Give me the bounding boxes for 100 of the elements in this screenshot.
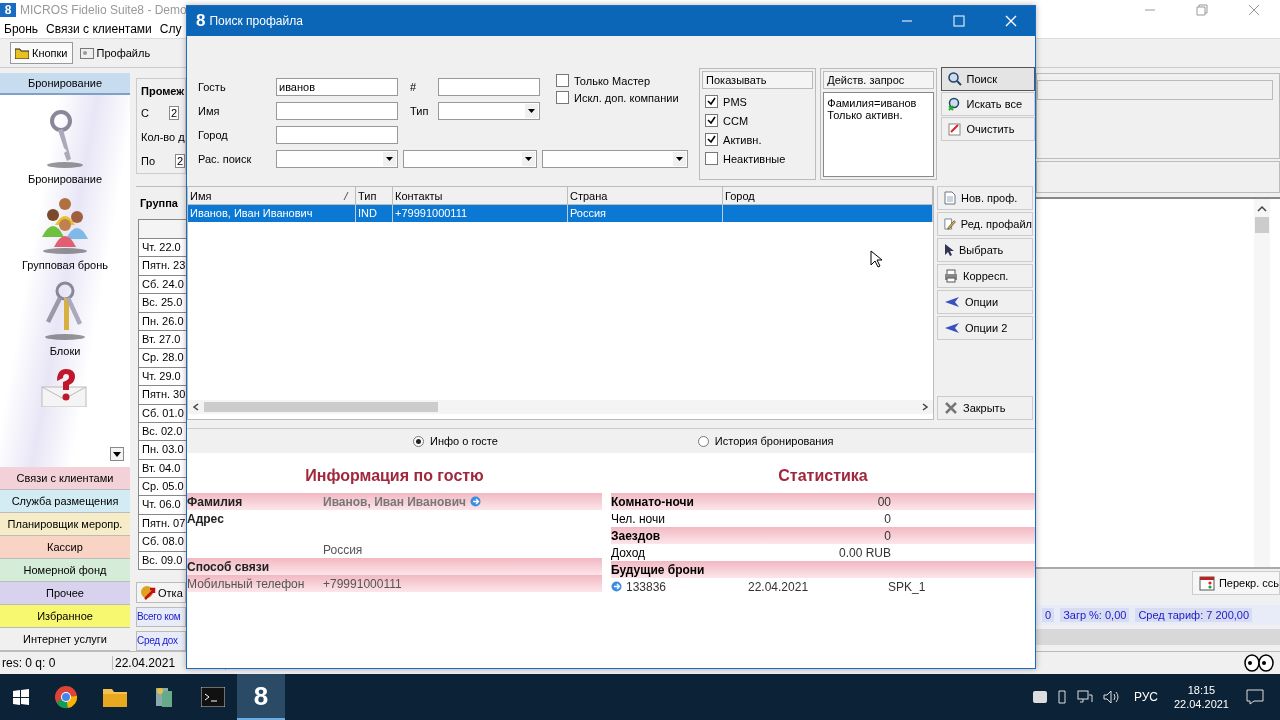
field-label: Имя xyxy=(198,105,221,117)
speaker-icon[interactable] xyxy=(1102,690,1119,704)
action-button[interactable]: Корресп. xyxy=(937,264,1033,288)
sidebar-section[interactable]: Связи с клиентами xyxy=(0,467,130,490)
action-button[interactable]: Искать все xyxy=(940,92,1035,116)
overbook-button[interactable]: Перекр. ссь xyxy=(1191,571,1280,595)
browser-icon[interactable] xyxy=(54,685,78,709)
window-title: MICROS Fidelio Suite8 - Demo xyxy=(20,3,187,17)
card-icon xyxy=(79,47,94,59)
sidebar-section[interactable]: Служба размещения xyxy=(0,490,130,513)
key-icon[interactable] xyxy=(45,109,85,169)
windows-start-icon[interactable] xyxy=(13,689,29,705)
shortcut-label[interactable]: Групповая бронь xyxy=(21,259,109,271)
checkbox[interactable] xyxy=(705,114,719,127)
table-cell: Россия xyxy=(568,205,723,222)
info-value: +79991000111 xyxy=(323,576,402,591)
action-button[interactable]: Поиск xyxy=(940,67,1035,91)
date-cell: Ср. 05.0 xyxy=(138,478,186,497)
toolbar-button[interactable]: Профайль xyxy=(74,42,156,64)
date-cell: Ср. 28.0 xyxy=(138,349,186,368)
checkbox-label: Активн. xyxy=(723,133,762,146)
dropdown[interactable] xyxy=(276,150,398,168)
status-text: res: 0 q: 0 xyxy=(0,656,113,670)
sidebar-section[interactable]: Кассир xyxy=(0,536,130,559)
help-envelope-icon[interactable] xyxy=(40,367,90,407)
input-field[interactable] xyxy=(276,102,398,120)
action-button[interactable]: Опции xyxy=(937,290,1033,314)
maximize-icon[interactable] xyxy=(953,15,965,27)
caret-icon xyxy=(386,157,393,161)
input-field[interactable]: иванов xyxy=(276,78,398,96)
caret-icon xyxy=(528,109,535,113)
action-button[interactable]: Нов. проф. xyxy=(937,186,1033,210)
checkbox[interactable] xyxy=(556,91,569,104)
dropdown[interactable] xyxy=(542,150,688,168)
dropdown[interactable] xyxy=(403,150,537,168)
date-cell: Пятн. 23 xyxy=(138,257,186,276)
input-field[interactable] xyxy=(438,78,540,96)
checkbox[interactable] xyxy=(705,133,719,146)
menu-item[interactable]: Слу xyxy=(155,22,186,36)
radio-button[interactable] xyxy=(413,435,424,447)
date-field[interactable]: 2 xyxy=(175,154,186,168)
checkbox[interactable] xyxy=(705,152,719,165)
scroll-up-icon[interactable] xyxy=(1257,205,1267,213)
radio-button[interactable] xyxy=(697,435,709,447)
language-indicator[interactable]: РУС xyxy=(1133,690,1158,704)
date-cell: Пн. 03.0 xyxy=(138,441,186,460)
section-title: Информация по гостю xyxy=(304,467,485,486)
close-icon[interactable] xyxy=(1248,4,1260,16)
date-field[interactable]: 2 xyxy=(168,106,180,120)
keys-icon[interactable] xyxy=(42,281,88,341)
toolbar-button[interactable]: Кнопки xyxy=(10,42,73,64)
action-button[interactable]: Выбрать xyxy=(937,238,1033,262)
dropdown[interactable] xyxy=(438,102,540,120)
shortcut-label[interactable]: Блоки xyxy=(49,345,81,357)
cancel-button[interactable]: Отка xyxy=(136,582,186,603)
checkbox[interactable] xyxy=(705,95,719,108)
search-icon xyxy=(947,72,962,86)
sidebar-section[interactable]: Планировщик меропр. xyxy=(0,513,130,536)
panel-title: Действ. запрос xyxy=(823,71,934,89)
notification-icon[interactable] xyxy=(1246,689,1264,705)
people-icon[interactable] xyxy=(39,195,91,255)
date-cell: Чт. 06.0 xyxy=(138,496,186,515)
table-row[interactable]: Иванов, Иван Иванович IND +79991000111 Россия xyxy=(188,205,933,222)
checkbox[interactable] xyxy=(556,74,569,87)
taskbar-app[interactable]: 8 xyxy=(237,674,285,720)
action-button[interactable]: Очистить xyxy=(940,117,1035,141)
caret-icon xyxy=(113,451,121,457)
close-button[interactable]: Закрыть xyxy=(937,396,1033,420)
input-field[interactable] xyxy=(276,126,398,144)
action-button[interactable]: Опции 2 xyxy=(937,316,1033,340)
vm-icon[interactable] xyxy=(1032,691,1047,703)
scroll-thumb[interactable] xyxy=(1255,217,1269,233)
dropdown-button[interactable] xyxy=(110,447,124,461)
link-arrow-icon[interactable] xyxy=(611,581,622,592)
clock-time[interactable]: 18:15 xyxy=(1187,684,1216,696)
folder-icon[interactable] xyxy=(103,687,127,707)
link-arrow-icon[interactable] xyxy=(470,496,482,507)
scrollbar[interactable] xyxy=(1254,199,1270,567)
sidebar-section[interactable]: Прочее xyxy=(0,582,130,605)
terminal-icon[interactable] xyxy=(201,687,225,707)
radio-label: История бронирования xyxy=(714,435,834,447)
booking-number[interactable]: 133836 xyxy=(626,579,744,594)
horizontal-scrollbar[interactable] xyxy=(188,400,933,414)
booking-date: 22.04.2021 xyxy=(748,579,810,594)
field-label: Город xyxy=(198,129,229,141)
info-value: Россия xyxy=(323,542,363,557)
sidebar-section[interactable]: Избранное xyxy=(0,605,130,628)
sidebar-section[interactable]: Номерной фонд xyxy=(0,559,130,582)
action-button[interactable]: Ред. профайл xyxy=(937,212,1033,236)
usb-icon[interactable] xyxy=(1056,690,1067,704)
sidebar-header[interactable]: Бронирование xyxy=(0,73,130,95)
shortcut-label[interactable]: Бронирование xyxy=(27,173,103,185)
stat-label: Комнато-ночи xyxy=(611,494,695,509)
cancel-icon xyxy=(140,584,156,601)
scroll-right-icon[interactable] xyxy=(921,403,929,411)
clock-date[interactable]: 22.04.2021 xyxy=(1173,698,1229,710)
scroll-left-icon[interactable] xyxy=(192,403,200,411)
menu-item[interactable]: Бронь xyxy=(0,22,43,36)
menu-item[interactable]: Связи с клиентами xyxy=(42,22,156,36)
network-icon[interactable] xyxy=(1076,690,1093,704)
